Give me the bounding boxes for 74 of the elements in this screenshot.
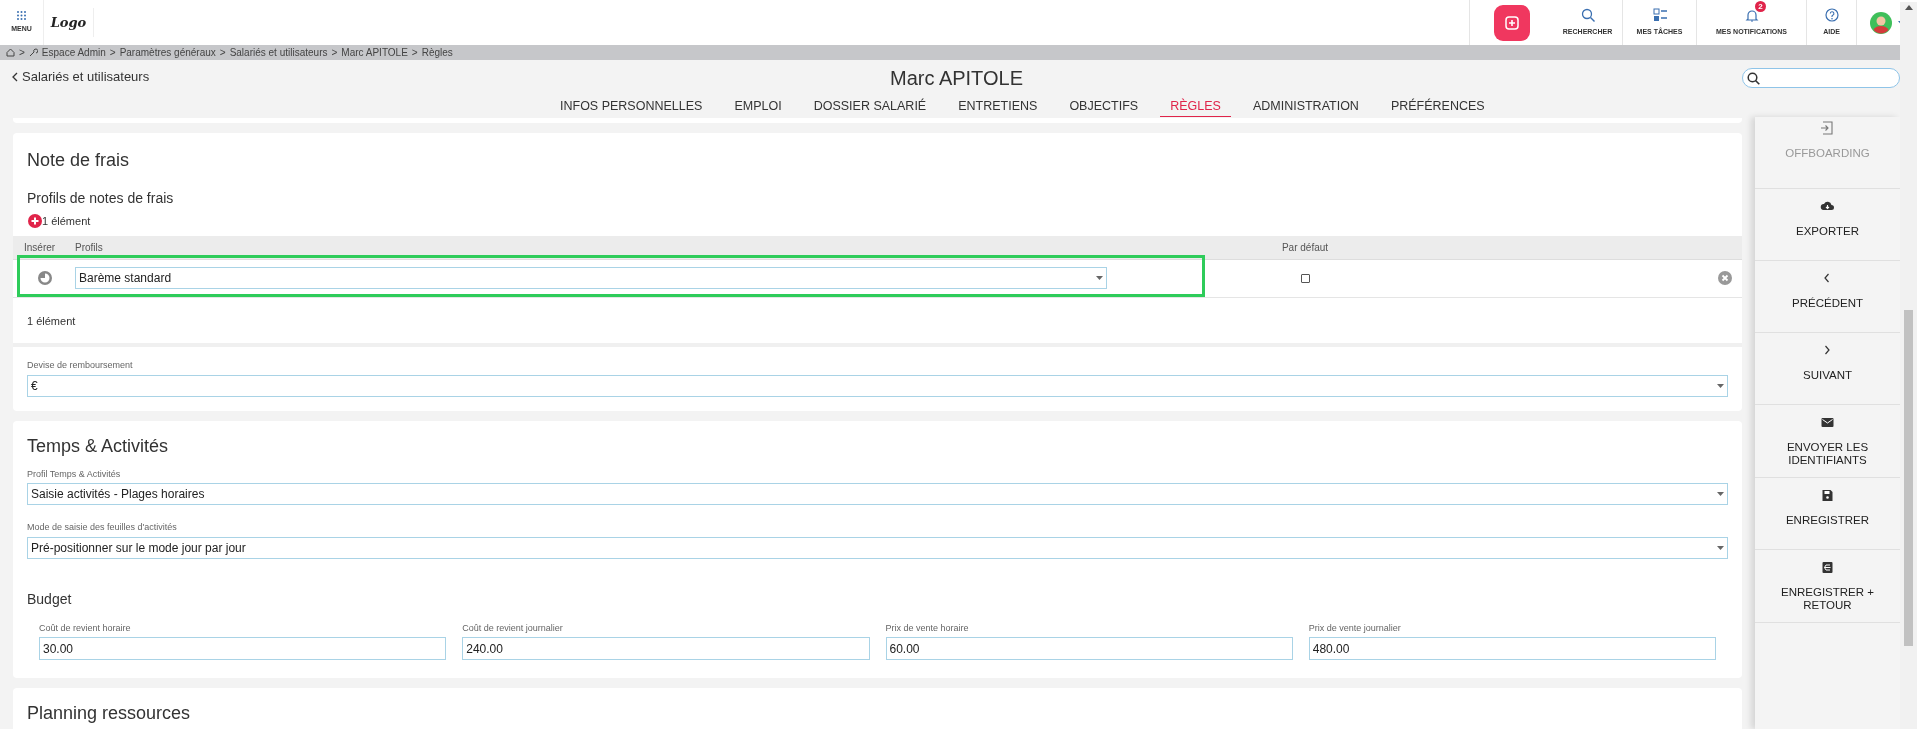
- tab[interactable]: PRÉFÉRENCES: [1380, 97, 1495, 117]
- task-list-icon: [1652, 7, 1667, 22]
- column-header: Insérer: [23, 240, 57, 255]
- field-label: Mode de saisie des feuilles d'activités: [27, 521, 178, 534]
- search-icon: [1747, 71, 1760, 85]
- section-subtitle: Budget: [27, 589, 73, 609]
- scrollbar-thumb[interactable]: [1904, 310, 1913, 646]
- caret-icon: [1717, 383, 1724, 388]
- section-subtitle: Profils de notes de frais: [26, 189, 175, 208]
- caret-icon: [1096, 276, 1103, 280]
- select-field[interactable]: Pré-positionner sur le mode jour par jour: [27, 536, 1728, 559]
- breadcrumb-link[interactable]: Espace Admin: [41, 45, 106, 60]
- breadcrumb-link[interactable]: Règles: [421, 45, 453, 60]
- plus-icon: [1504, 15, 1519, 30]
- column-header: Profils: [75, 240, 104, 255]
- field-label: Coût de revient journalier: [462, 621, 564, 635]
- checkbox[interactable]: [1300, 273, 1310, 283]
- breadcrumb-link[interactable]: Salariés et utilisateurs: [229, 45, 328, 60]
- tab[interactable]: INFOS PERSONNELLES: [550, 97, 713, 117]
- home-icon[interactable]: [6, 48, 15, 57]
- wrench-icon: [28, 48, 38, 57]
- menu-icon: [17, 10, 26, 20]
- section-title: Note de frais: [26, 149, 131, 172]
- pie-chart-icon[interactable]: [38, 271, 52, 285]
- add-circle-icon[interactable]: [28, 214, 42, 229]
- caret-icon: [1717, 492, 1724, 496]
- breadcrumb-separator: >: [219, 46, 226, 60]
- envelope-icon: [1820, 415, 1835, 429]
- tab[interactable]: ENTRETIENS: [948, 97, 1048, 117]
- input-field[interactable]: 240.00: [462, 637, 870, 660]
- breadcrumb-separator: >: [411, 46, 418, 60]
- breadcrumb-separator: >: [331, 46, 338, 60]
- logo: Logo: [50, 13, 87, 32]
- remove-icon[interactable]: [1718, 271, 1732, 285]
- select-field[interactable]: €: [27, 374, 1728, 397]
- section-title: Temps & Activités: [27, 434, 170, 458]
- input-field[interactable]: 30.00: [39, 637, 447, 660]
- breadcrumb-separator: >: [109, 46, 116, 60]
- notification-badge: 2: [1755, 1, 1766, 12]
- search-icon: [1580, 7, 1595, 22]
- bell-icon: [1744, 7, 1759, 22]
- exit-icon: [1820, 121, 1835, 135]
- field-label: Prix de vente journalier: [1308, 621, 1402, 635]
- section-title: Planning ressources: [27, 702, 192, 725]
- input-field[interactable]: 480.00: [1308, 637, 1716, 660]
- tab[interactable]: DOSSIER SALARIÉ: [803, 97, 937, 117]
- breadcrumb-link[interactable]: Paramètres généraux: [119, 45, 216, 60]
- tab[interactable]: RÈGLES: [1160, 97, 1231, 117]
- tab[interactable]: OBJECTIFS: [1059, 97, 1149, 117]
- field-label: Prix de vente horaire: [885, 621, 970, 635]
- add-button[interactable]: [1493, 4, 1530, 41]
- input-field[interactable]: 60.00: [885, 637, 1293, 660]
- field-label: Coût de revient horaire: [39, 621, 132, 635]
- field-label: Devise de remboursement: [26, 359, 134, 372]
- tab[interactable]: ADMINISTRATION: [1242, 97, 1369, 117]
- page-title: Marc APITOLE: [889, 66, 1024, 91]
- cloud-download-icon: [1820, 199, 1835, 213]
- item-count: 1 élément: [13, 297, 1742, 347]
- caret-icon: [1717, 545, 1724, 550]
- scroll-up-icon[interactable]: [1904, 5, 1913, 10]
- field-label: Profil Temps & Activités: [27, 467, 122, 481]
- column-header: Par défaut: [1280, 240, 1330, 255]
- back-link[interactable]: Salariés et utilisateurs: [12, 67, 150, 87]
- search-field[interactable]: [1742, 68, 1900, 88]
- save-return-icon: [1820, 560, 1835, 574]
- breadcrumb-separator: >: [19, 46, 25, 60]
- help-icon: [1824, 7, 1839, 22]
- tab[interactable]: EMPLOI: [724, 97, 792, 117]
- breadcrumb-link[interactable]: Marc APITOLE: [341, 45, 408, 60]
- select-field[interactable]: Saisie activités - Plages horaires: [27, 483, 1728, 505]
- chevron-left-icon: [12, 71, 18, 82]
- item-count: 1 élément: [42, 214, 91, 229]
- avatar-icon[interactable]: [1869, 11, 1892, 34]
- select-field[interactable]: Barème standard: [75, 267, 1107, 289]
